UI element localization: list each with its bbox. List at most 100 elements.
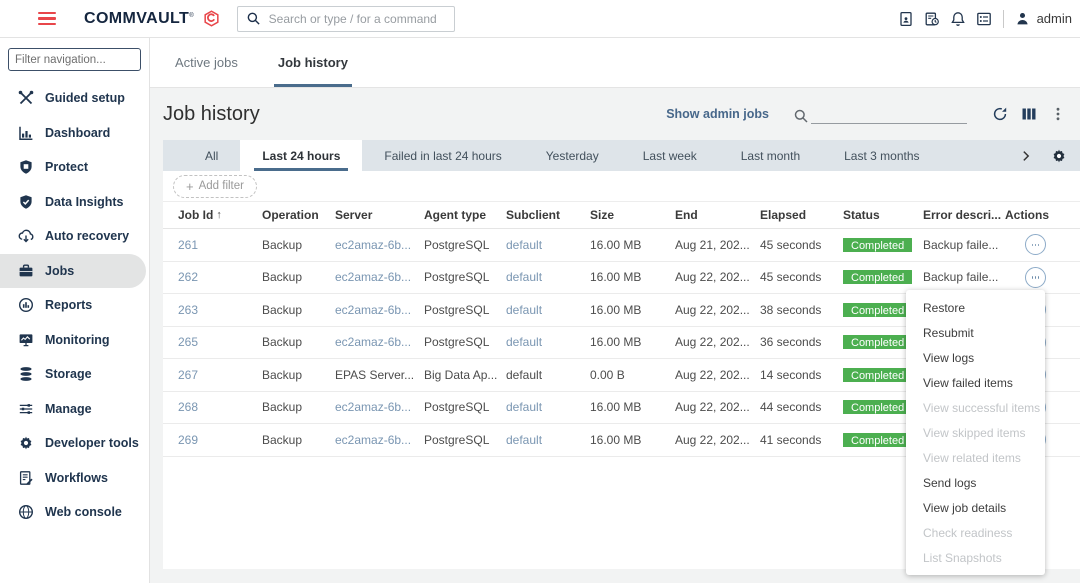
kebab-menu-icon[interactable] — [1050, 106, 1066, 122]
subclient-cell[interactable]: default — [506, 303, 590, 317]
subclient-cell[interactable]: default — [506, 335, 590, 349]
sidebar-item-label: Reports — [45, 298, 92, 312]
server-cell[interactable]: ec2amaz-6b... — [335, 303, 424, 317]
sidebar-item[interactable]: Storage — [0, 357, 149, 392]
time-filter-tab[interactable]: Last 24 hours — [240, 140, 362, 171]
sidebar-item[interactable]: Developer tools — [0, 426, 149, 461]
column-header-label: Error descri... — [923, 208, 1001, 222]
menu-item[interactable]: Send logs — [906, 470, 1045, 495]
user-menu[interactable]: admin — [1015, 11, 1072, 26]
time-filter-tab[interactable]: Yesterday — [524, 140, 621, 171]
column-header[interactable]: Status ↑ — [843, 208, 923, 222]
subclient-cell[interactable]: default — [506, 238, 590, 252]
columns-icon[interactable] — [1021, 106, 1037, 122]
subclient-cell[interactable]: default — [506, 270, 590, 284]
end-cell: Aug 22, 202... — [675, 303, 760, 317]
column-header[interactable]: Server ↑ — [335, 208, 424, 222]
sidebar-item[interactable]: Protect — [0, 150, 149, 185]
agent-type-cell: PostgreSQL — [424, 303, 506, 317]
topbar-right: admin — [898, 10, 1080, 28]
column-header[interactable]: Job Id ↑ — [178, 208, 262, 222]
end-cell: Aug 21, 202... — [675, 238, 760, 252]
column-header[interactable]: Size ↑ — [590, 208, 675, 222]
menu-item-label: Resubmit — [923, 326, 974, 340]
subclient-cell[interactable]: default — [506, 433, 590, 447]
column-header[interactable]: Agent type ↑ — [424, 208, 506, 222]
table-search[interactable] — [793, 104, 967, 124]
end-cell: Aug 22, 202... — [675, 433, 760, 447]
sidebar-item-label: Auto recovery — [45, 229, 129, 243]
sidebar-item-label: Monitoring — [45, 333, 110, 347]
chevron-right-icon[interactable] — [1019, 149, 1033, 163]
gear-icon[interactable] — [1051, 148, 1067, 164]
job-id-link[interactable]: 267 — [178, 368, 198, 382]
sidebar-item[interactable]: Auto recovery — [0, 219, 149, 254]
sidebar-item[interactable]: Reports — [0, 288, 149, 323]
subclient-cell[interactable]: default — [506, 400, 590, 414]
job-id-link[interactable]: 263 — [178, 303, 198, 317]
job-id-link[interactable]: 268 — [178, 400, 198, 414]
jobs-tab[interactable]: Job history — [266, 38, 360, 87]
sidebar-item-label: Jobs — [45, 264, 74, 278]
sidebar-item[interactable]: Data Insights — [0, 185, 149, 220]
server-cell[interactable]: ec2amaz-6b... — [335, 433, 424, 447]
protect-shield-icon — [18, 159, 34, 175]
column-header[interactable]: Operation ↑ — [262, 208, 335, 222]
job-id-link[interactable]: 265 — [178, 335, 198, 349]
search-icon — [793, 108, 809, 124]
add-filter-button[interactable]: + Add filter — [173, 175, 257, 198]
server-cell[interactable]: ec2amaz-6b... — [335, 335, 424, 349]
sidebar-item[interactable]: Guided setup — [0, 81, 149, 116]
sidebar-filter-input[interactable] — [8, 48, 141, 71]
time-filter-label: Failed in last 24 hours — [384, 149, 501, 163]
server-cell[interactable]: ec2amaz-6b... — [335, 238, 424, 252]
sidebar-item[interactable]: Dashboard — [0, 116, 149, 151]
time-filter-tab[interactable]: Last month — [719, 140, 822, 171]
jobs-tab[interactable]: Active jobs — [163, 38, 250, 87]
sidebar-nav: Guided setup Dashboard Protect Data Insi… — [0, 81, 149, 530]
sidebar-item[interactable]: Web console — [0, 495, 149, 530]
menu-item[interactable]: View job details — [906, 495, 1045, 520]
table-search-input[interactable] — [811, 104, 967, 124]
menu-item[interactable]: Restore — [906, 295, 1045, 320]
dashboard-icon — [18, 125, 34, 141]
column-header[interactable]: Elapsed ↑ — [760, 208, 843, 222]
hamburger-menu-icon[interactable] — [38, 12, 56, 26]
sidebar-item[interactable]: Manage — [0, 392, 149, 427]
column-header[interactable]: Error descri... ↑ — [923, 208, 1005, 222]
time-filter-tab[interactable]: All — [183, 140, 240, 171]
menu-item[interactable]: View failed items — [906, 370, 1045, 395]
sliders-icon — [18, 401, 34, 417]
time-filter-tab[interactable]: Last week — [621, 140, 719, 171]
sidebar-item[interactable]: Jobs — [0, 254, 146, 289]
time-filter-tab[interactable]: Failed in last 24 hours — [362, 140, 523, 171]
show-admin-jobs-link[interactable]: Show admin jobs — [666, 107, 769, 121]
job-id-link[interactable]: 269 — [178, 433, 198, 447]
jobs-tab-label: Active jobs — [175, 55, 238, 70]
column-header[interactable]: Subclient ↑ — [506, 208, 590, 222]
elapsed-cell: 45 seconds — [760, 270, 843, 284]
sidebar-item[interactable]: Workflows — [0, 461, 149, 496]
menu-item[interactable]: Resubmit — [906, 320, 1045, 345]
job-id-link[interactable]: 262 — [178, 270, 198, 284]
command-search[interactable] — [237, 6, 455, 32]
menu-item[interactable]: View logs — [906, 345, 1045, 370]
operation-cell: Backup — [262, 433, 335, 447]
command-search-input[interactable] — [267, 11, 454, 27]
time-filter-label: Last week — [643, 149, 697, 163]
column-header[interactable]: Actions ↑ — [1005, 208, 1080, 222]
sidebar-item[interactable]: Monitoring — [0, 323, 149, 358]
row-actions-button[interactable] — [1025, 234, 1046, 255]
apps-grid-icon[interactable] — [976, 11, 992, 27]
backup-device-icon[interactable] — [924, 11, 940, 27]
server-cell[interactable]: ec2amaz-6b... — [335, 270, 424, 284]
server-cell[interactable]: ec2amaz-6b... — [335, 400, 424, 414]
job-id-link[interactable]: 261 — [178, 238, 198, 252]
row-actions-button[interactable] — [1025, 267, 1046, 288]
end-cell: Aug 22, 202... — [675, 270, 760, 284]
column-header[interactable]: End ↑ — [675, 208, 760, 222]
refresh-icon[interactable] — [992, 106, 1008, 122]
report-document-icon[interactable] — [898, 11, 914, 27]
time-filter-tab[interactable]: Last 3 months — [822, 140, 941, 171]
notifications-bell-icon[interactable] — [950, 11, 966, 27]
